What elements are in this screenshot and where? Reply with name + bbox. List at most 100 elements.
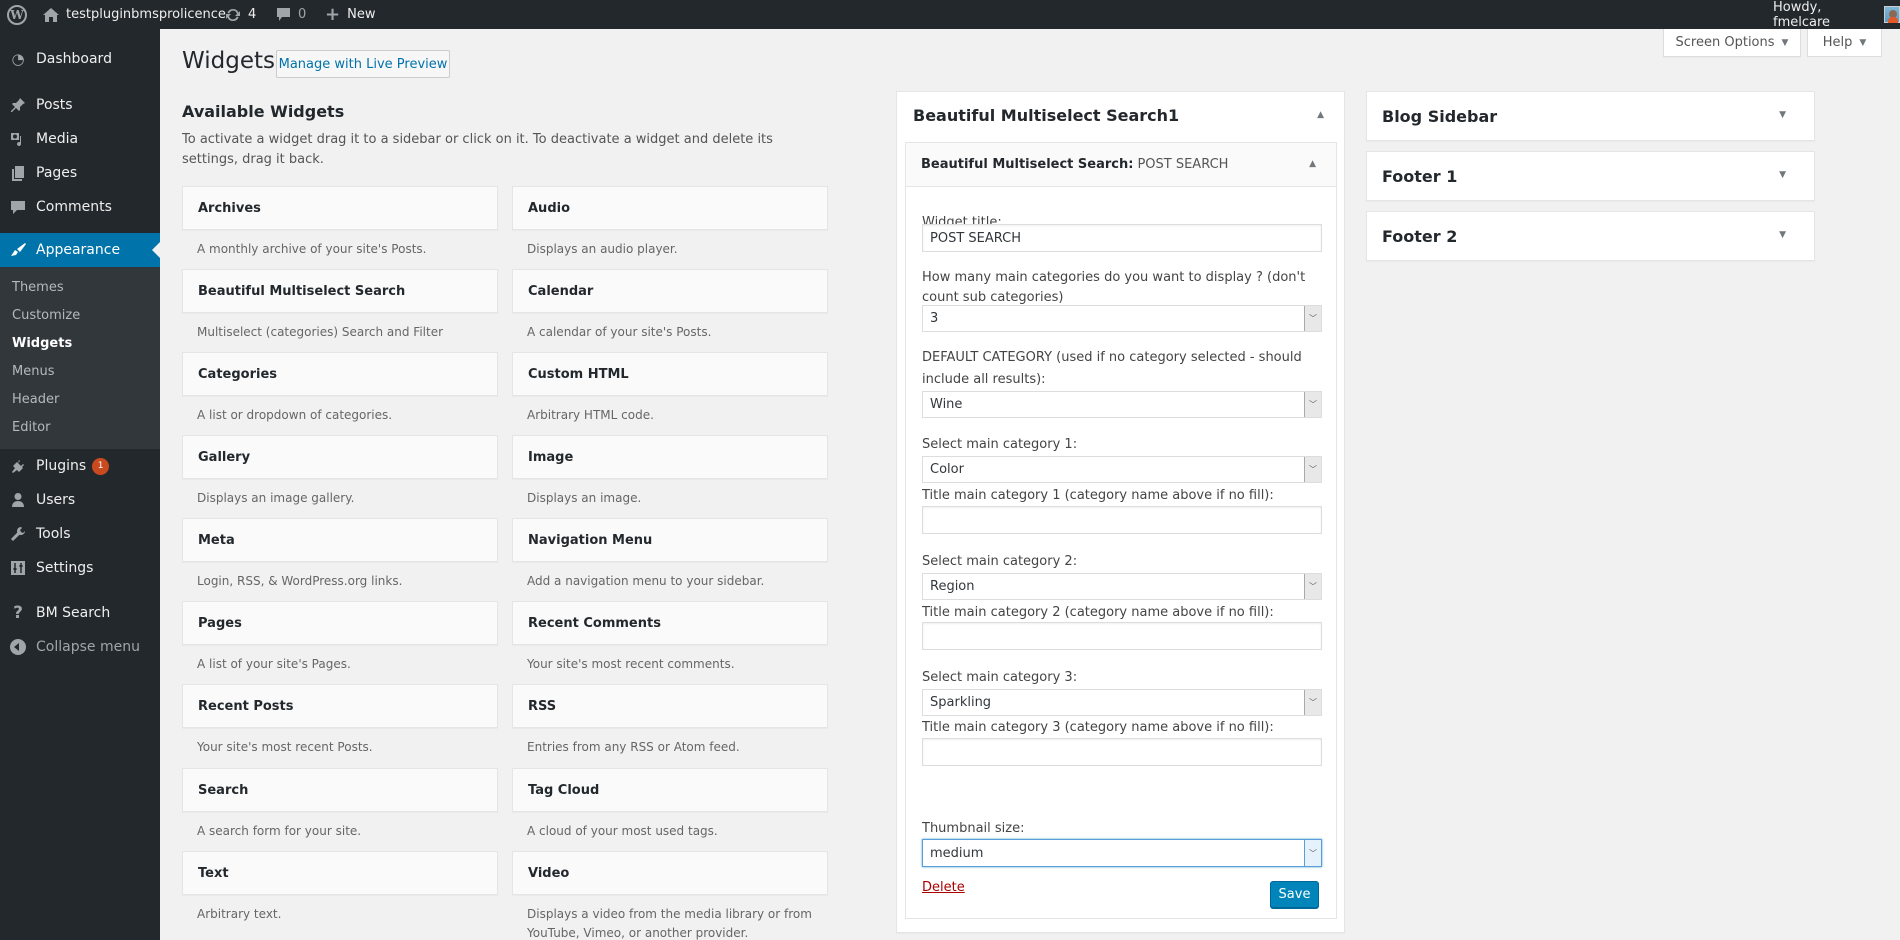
widget-description: A list of your site's Pages. [197,657,351,671]
menu-item-pages[interactable]: Pages [0,156,160,190]
menu-item-tools[interactable]: Tools [0,517,160,551]
wordpress-logo-button[interactable]: W [7,0,27,29]
menu-item-users[interactable]: Users [0,483,160,517]
submenu-item-customize[interactable]: Customize [12,306,80,326]
dashboard-icon: ◔ [11,50,25,68]
chevron-down-icon: ﹀ [1304,574,1321,599]
main-category-2-label: Select main category 2: [922,554,1078,569]
num-categories-select[interactable]: 3 ﹀ [922,305,1322,332]
comments-count: 0 [298,7,307,22]
submenu-item-widgets[interactable]: Widgets [12,334,72,354]
widget-audio[interactable]: Audio [512,186,828,230]
chevron-down-icon: ﹀ [1304,392,1321,417]
new-label: New [347,7,376,22]
widget-header[interactable]: Beautiful Multiselect Search: POST SEARC… [906,143,1336,187]
submenu-item-editor[interactable]: Editor [12,418,50,438]
menu-item-comments[interactable]: Comments [0,190,160,224]
chevron-down-icon: ﹀ [1304,840,1321,866]
menu-item-plugins[interactable]: Plugins 1 [0,449,160,483]
main-category-1-select[interactable]: Color ﹀ [922,456,1322,483]
widget-video[interactable]: Video [512,851,828,895]
widget-description: A cloud of your most used tags. [527,824,718,838]
sidebar-title[interactable]: Beautiful Multiselect Search1 [913,106,1179,125]
widget-recent-comments[interactable]: Recent Comments [512,601,828,645]
menu-item-media[interactable]: Media [0,122,160,156]
menu-label: Plugins [36,458,87,474]
collapse-arrow-icon[interactable]: ▲ [1317,110,1324,120]
expand-arrow-icon[interactable]: ▼ [1779,230,1786,240]
caret-down-icon: ▼ [1781,37,1789,48]
question-icon: ? [13,603,23,623]
menu-item-dashboard[interactable]: ◔ Dashboard [0,42,160,76]
delete-widget-link[interactable]: Delete [922,880,965,895]
submenu-item-themes[interactable]: Themes [12,278,64,298]
widget-custom-html[interactable]: Custom HTML [512,352,828,396]
comments-link[interactable]: 0 [276,0,306,29]
menu-item-appearance[interactable]: Appearance [0,233,160,267]
menu-label: Users [36,492,76,508]
site-name-link[interactable]: testpluginbmsprolicence [43,0,226,29]
menu-item-settings[interactable]: Settings [0,551,160,585]
default-category-select[interactable]: Wine ﹀ [922,391,1322,418]
widget-name: Beautiful Multiselect Search: [921,157,1134,172]
widget-search[interactable]: Search [182,768,498,812]
help-button[interactable]: Help ▼ [1807,29,1882,57]
main-category-3-select[interactable]: Sparkling ﹀ [922,689,1322,716]
comment-icon [0,199,36,215]
expand-arrow-icon[interactable]: ▼ [1779,110,1786,120]
widget-pages[interactable]: Pages [182,601,498,645]
main-category-2-title-input[interactable] [922,622,1322,650]
updates-link[interactable]: 4 [225,0,256,29]
thumbnail-size-select[interactable]: medium ﹀ [922,839,1322,867]
widget-tag-cloud[interactable]: Tag Cloud [512,768,828,812]
widget-navigation-menu[interactable]: Navigation Menu [512,518,828,562]
widget-recent-posts[interactable]: Recent Posts [182,684,498,728]
collapse-menu-button[interactable]: Collapse menu [0,630,160,664]
widget-calendar[interactable]: Calendar [512,269,828,313]
menu-item-bm-search[interactable]: ? BM Search [0,596,160,630]
site-name: testpluginbmsprolicence [66,7,226,22]
submenu-item-header[interactable]: Header [12,390,59,410]
widget-meta[interactable]: Meta [182,518,498,562]
menu-label: Media [36,131,79,147]
expand-arrow-icon[interactable]: ▼ [1779,170,1786,180]
save-widget-button[interactable]: Save [1270,881,1319,908]
select-value: Sparkling [930,695,992,710]
main-category-1-title-input[interactable] [922,506,1322,534]
media-icon [0,131,36,147]
sidebar-beautiful-multiselect-search1: Beautiful Multiselect Search1 ▲ Beautifu… [896,91,1345,933]
sidebar-footer-2[interactable]: Footer 2 ▼ [1366,211,1815,261]
manage-live-preview-button[interactable]: Manage with Live Preview [276,50,450,78]
widget-rss[interactable]: RSS [512,684,828,728]
submenu-item-menus[interactable]: Menus [12,362,54,382]
menu-item-posts[interactable]: Posts [0,88,160,122]
main-category-1-title-label: Title main category 1 (category name abo… [922,488,1274,503]
plugins-update-badge: 1 [92,457,110,475]
widget-description: A calendar of your site's Posts. [527,325,712,339]
main-category-2-select[interactable]: Region ﹀ [922,573,1322,600]
widget-image[interactable]: Image [512,435,828,479]
menu-label: Settings [36,560,94,576]
new-content-link[interactable]: + New [325,0,375,29]
menu-label: Collapse menu [36,639,140,655]
widget-beautiful-multiselect-search[interactable]: Beautiful Multiselect Search [182,269,498,313]
widget-beautiful-multiselect-search-instance: Beautiful Multiselect Search: POST SEARC… [905,142,1337,919]
sidebar-footer-1[interactable]: Footer 1 ▼ [1366,151,1815,201]
widget-categories[interactable]: Categories [182,352,498,396]
widget-gallery[interactable]: Gallery [182,435,498,479]
admin-bar: W testpluginbmsprolicence 4 0 + New Howd… [0,0,1900,30]
admin-menu: ◔ Dashboard Posts Media Pages Comments A… [0,29,160,940]
widget-description: Multiselect (categories) Search and Filt… [197,325,444,339]
appearance-submenu: Themes Customize Widgets Menus Header Ed… [0,267,160,449]
widget-title-input[interactable]: POST SEARCH [922,224,1322,252]
screen-options-button[interactable]: Screen Options ▼ [1663,29,1801,57]
my-account-link[interactable]: Howdy, fmelcare [1773,0,1900,30]
widget-text[interactable]: Text [182,851,498,895]
collapse-arrow-icon[interactable]: ▲ [1309,159,1316,169]
select-value: 3 [930,311,939,326]
widget-archives[interactable]: Archives [182,186,498,230]
sliders-icon [0,560,36,576]
sidebar-blog-sidebar[interactable]: Blog Sidebar ▼ [1366,91,1815,141]
menu-label: Dashboard [36,51,112,67]
main-category-3-title-input[interactable] [922,738,1322,766]
